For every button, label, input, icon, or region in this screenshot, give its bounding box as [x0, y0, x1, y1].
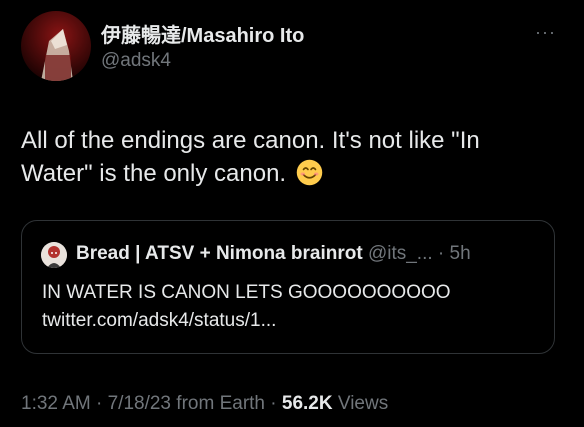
tweet-text-line-2: Water" is the only canon.	[21, 160, 287, 187]
tweet-metadata: 1:32 AM · 7/18/23 from Earth · 56.2K Vie…	[21, 393, 388, 415]
tweet-date[interactable]: 7/18/23	[108, 393, 171, 414]
more-options-icon[interactable]: ···	[535, 22, 556, 43]
tweet-text: All of the endings are canon. It's not l…	[21, 124, 566, 190]
quoted-tweet-card[interactable]: Bread | ATSV + Nimona brainrot @its_... …	[21, 220, 555, 354]
tweet-time[interactable]: 1:32 AM	[21, 393, 91, 414]
views-count[interactable]: 56.2K	[282, 393, 333, 414]
tweet-source: from Earth	[171, 393, 265, 414]
meta-separator: ·	[265, 393, 282, 414]
quoted-tweet-time[interactable]: 5h	[450, 243, 471, 264]
quoted-text-line-1: IN WATER IS CANON LETS GOOOOOOOOOO	[42, 282, 451, 303]
author-avatar[interactable]	[21, 11, 91, 81]
views-label: Views	[332, 393, 389, 414]
quoted-tweet-text: IN WATER IS CANON LETS GOOOOOOOOOO twitt…	[42, 279, 451, 335]
quoted-author-handle[interactable]: @its_...	[368, 243, 433, 264]
bread-avatar-icon	[41, 242, 67, 268]
meta-separator: ·	[432, 243, 450, 264]
smiling-face-emoji-icon	[296, 159, 323, 186]
quoted-text-link[interactable]: twitter.com/adsk4/status/1...	[42, 310, 276, 331]
tweet-text-line-1: All of the endings are canon. It's not l…	[21, 127, 480, 154]
meta-separator: ·	[90, 393, 108, 414]
quoted-tweet-header: Bread | ATSV + Nimona brainrot @its_... …	[76, 243, 471, 265]
author-display-name[interactable]: 伊藤暢達/Masahiro Ito	[101, 19, 304, 48]
quoted-author-avatar[interactable]	[41, 242, 67, 268]
author-handle[interactable]: @adsk4	[101, 50, 171, 72]
pyramid-head-icon	[41, 29, 73, 81]
quoted-author-name[interactable]: Bread | ATSV + Nimona brainrot	[76, 243, 363, 264]
